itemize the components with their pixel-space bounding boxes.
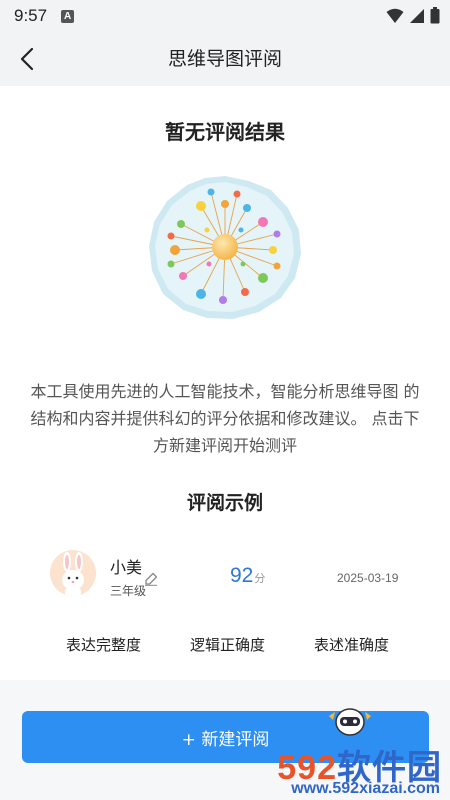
description-text: 本工具使用先进的人工智能技术，智能分析思维导图 的结构和内容并提供科幻的评分依据… xyxy=(30,382,420,455)
score-unit: 分 xyxy=(254,573,266,585)
status-time: 9:57 xyxy=(14,6,48,25)
metric-label: 表达完整度 xyxy=(66,636,142,654)
notification-icon: A xyxy=(61,9,75,23)
score-value: 92 xyxy=(230,564,254,587)
sample-card[interactable]: 小美 三年级 92分 2025-03-19 xyxy=(0,544,450,610)
status-bar: 9:57 A xyxy=(0,0,450,32)
bunny-avatar-icon xyxy=(62,552,84,596)
metrics-row: 表达完整度 逻辑正确度 表述准确度 xyxy=(0,634,450,658)
mind-map-illustration xyxy=(149,176,301,319)
watermark: 592软件园 www.592xiazai.com xyxy=(215,700,450,800)
empty-state-title: 暂无评阅结果 xyxy=(165,120,285,144)
battery-icon xyxy=(430,7,440,24)
main-card: 暂无评阅结果 本工具使用先进的人工智能技术，智能分析思维导图 的结构和内容并提供… xyxy=(0,86,450,680)
sample-date: 2025-03-19 xyxy=(337,571,399,585)
page-title: 思维导图评阅 xyxy=(167,48,282,70)
user-grade: 三年级 xyxy=(110,584,147,598)
avatar xyxy=(50,550,96,596)
robot-logo-icon xyxy=(329,708,371,736)
wifi-icon xyxy=(386,8,404,23)
metric-label: 逻辑正确度 xyxy=(190,636,266,654)
metric-label: 表述准确度 xyxy=(314,636,390,654)
status-indicators xyxy=(386,7,440,24)
nav-bar: 思维导图评阅 xyxy=(0,32,450,86)
score: 92分 xyxy=(230,564,265,588)
edit-icon[interactable] xyxy=(144,572,158,586)
signal-icon xyxy=(410,8,424,23)
watermark-url: www.592xiazai.com xyxy=(291,780,440,797)
user-name: 小美 xyxy=(110,558,143,577)
sample-section-title: 评阅示例 xyxy=(186,492,263,514)
